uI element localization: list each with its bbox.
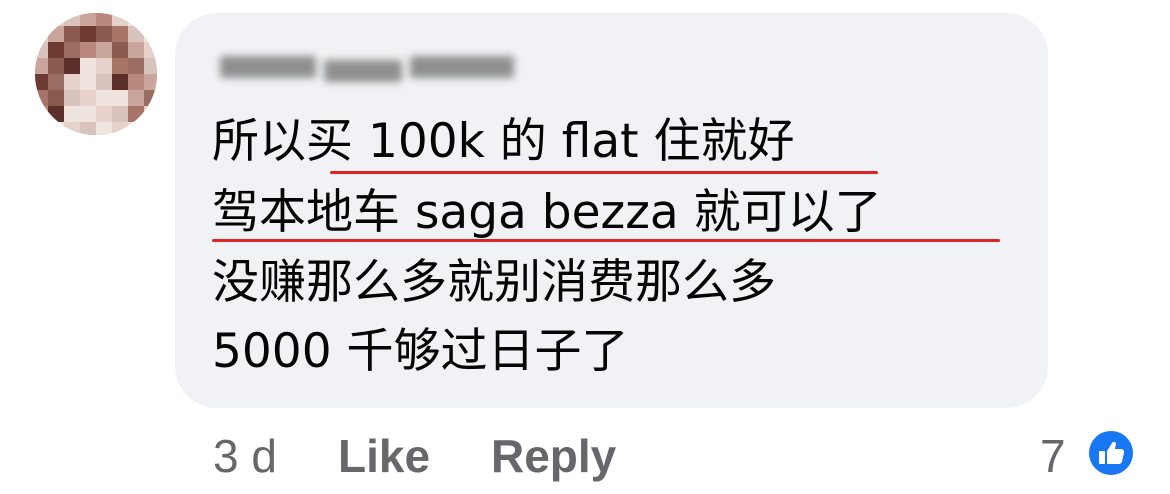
comment-line-2: 驾本地车 saga bezza 就可以了 — [212, 185, 882, 240]
author-name-redacted[interactable] — [212, 46, 520, 90]
red-underline-2 — [212, 239, 1000, 242]
comment-line-4: 5000 千够过日子了 — [212, 324, 629, 379]
reply-button[interactable]: Reply — [491, 426, 616, 486]
comment-line-3: 没赚那么多就别消费那么多 — [212, 255, 776, 310]
reaction-count[interactable]: 7 — [1040, 426, 1066, 486]
timestamp[interactable]: 3 d — [213, 426, 277, 486]
like-button[interactable]: Like — [338, 426, 430, 486]
comment-line-1: 所以买 100k 的 flat 住就好 — [212, 114, 795, 169]
red-underline-1 — [330, 171, 878, 174]
thumbs-up-icon[interactable] — [1086, 428, 1136, 478]
avatar[interactable] — [35, 13, 157, 135]
